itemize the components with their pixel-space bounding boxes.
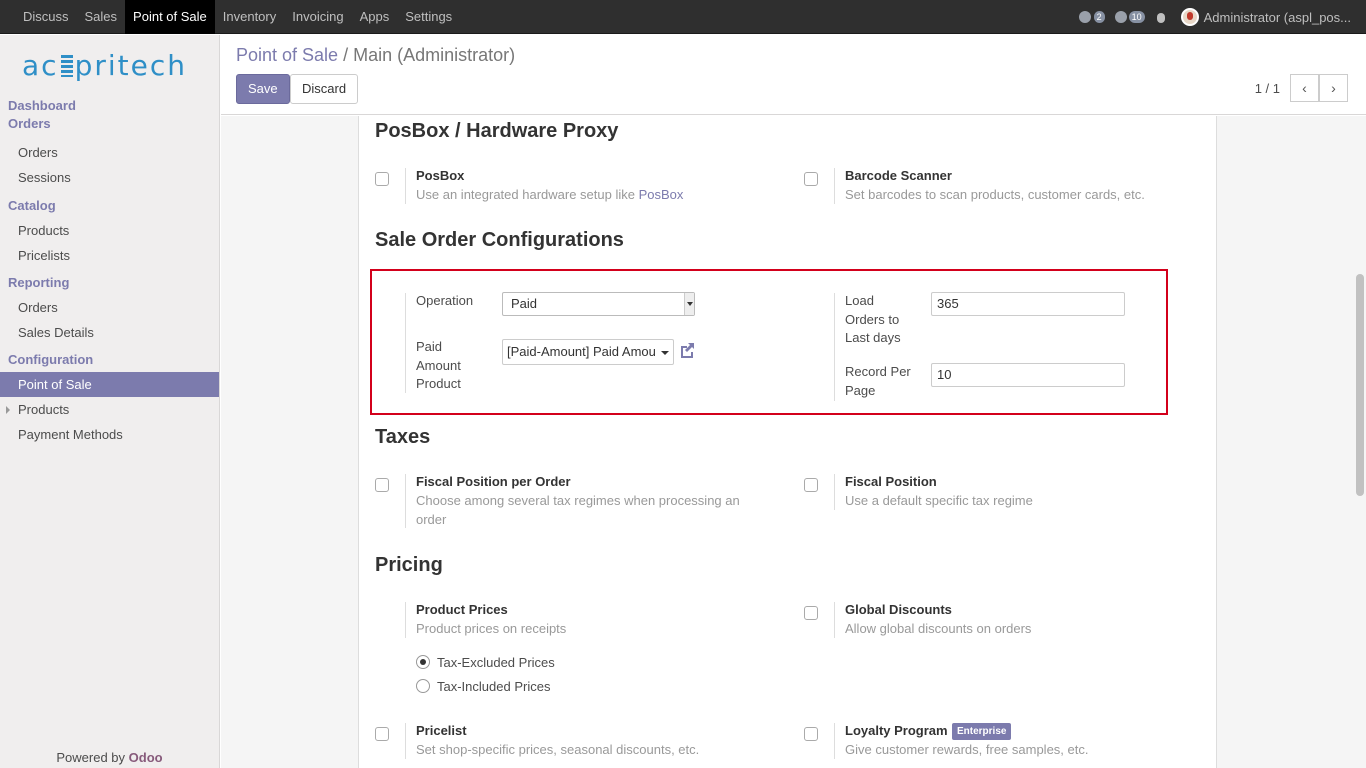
posbox-checkbox[interactable] bbox=[375, 172, 389, 186]
odoo-link[interactable]: Odoo bbox=[129, 750, 163, 765]
fiscal-position-per-order-desc: Choose among several tax regimes when pr… bbox=[416, 493, 740, 527]
user-menu[interactable]: Administrator (aspl_pos... bbox=[1180, 8, 1351, 26]
chevron-down-icon bbox=[684, 293, 694, 315]
sidebar-item-sales-details[interactable]: Sales Details bbox=[0, 320, 219, 345]
menu-apps[interactable]: Apps bbox=[352, 0, 398, 34]
menu-discuss[interactable]: Discuss bbox=[15, 0, 77, 34]
global-discounts-checkbox[interactable] bbox=[804, 606, 818, 620]
sidebar-section-catalog[interactable]: Catalog bbox=[0, 197, 219, 215]
logo-mark-icon bbox=[60, 55, 73, 77]
loyalty-program-checkbox[interactable] bbox=[804, 727, 818, 741]
menu-inventory[interactable]: Inventory bbox=[215, 0, 284, 34]
vertical-scrollbar[interactable] bbox=[1356, 116, 1364, 768]
load-orders-label: Load Orders to Last days bbox=[845, 293, 901, 345]
scrollbar-thumb[interactable] bbox=[1356, 274, 1364, 496]
expand-caret-icon bbox=[6, 406, 10, 414]
operation-select[interactable]: Paid bbox=[502, 292, 695, 316]
user-name: Administrator (aspl_pos... bbox=[1203, 9, 1351, 25]
sidebar-nav: Dashboard Orders Orders Sessions Catalog… bbox=[0, 97, 219, 447]
powered-by: Powered by Odoo bbox=[56, 750, 163, 765]
tax-included-radio[interactable] bbox=[416, 679, 430, 693]
breadcrumb: Point of Sale / Main (Administrator) bbox=[236, 45, 516, 65]
menu-sales[interactable]: Sales bbox=[77, 0, 126, 34]
sidebar: ac pritech Dashboard Orders Orders Sessio… bbox=[0, 35, 220, 768]
highlight-box bbox=[370, 269, 1168, 415]
pager-previous-button[interactable]: ‹ bbox=[1290, 74, 1319, 102]
sidebar-item-payment-methods[interactable]: Payment Methods bbox=[0, 422, 219, 447]
pricelist-desc: Set shop-specific prices, seasonal disco… bbox=[416, 742, 700, 757]
paid-amount-product-field[interactable]: [Paid-Amount] Paid Amou bbox=[502, 339, 674, 365]
debug-bug-icon[interactable] bbox=[1155, 11, 1167, 24]
fiscal-position-title: Fiscal Position bbox=[845, 474, 937, 489]
posbox-link[interactable]: PosBox bbox=[639, 187, 684, 202]
section-taxes: Taxes bbox=[375, 426, 431, 448]
global-discounts-desc: Allow global discounts on orders bbox=[845, 621, 1032, 636]
barcode-scanner-title: Barcode Scanner bbox=[845, 168, 952, 183]
product-prices-title: Product Prices bbox=[416, 602, 508, 617]
breadcrumb-current: Main (Administrator) bbox=[353, 45, 516, 65]
fiscal-position-checkbox[interactable] bbox=[804, 478, 818, 492]
sidebar-item-products[interactable]: Products bbox=[0, 218, 219, 243]
sidebar-section-orders[interactable]: Orders bbox=[0, 115, 219, 133]
sidebar-section-reporting[interactable]: Reporting bbox=[0, 274, 219, 292]
barcode-scanner-checkbox[interactable] bbox=[804, 172, 818, 186]
pager-next-button[interactable]: › bbox=[1319, 74, 1348, 102]
app-menu: Discuss Sales Point of Sale Inventory In… bbox=[15, 0, 460, 34]
fiscal-position-per-order-checkbox[interactable] bbox=[375, 478, 389, 492]
fiscal-position-desc: Use a default specific tax regime bbox=[845, 493, 1033, 508]
section-pricing: Pricing bbox=[375, 554, 443, 576]
form-view: PosBox / Hardware Proxy PosBox Use an in… bbox=[221, 116, 1366, 768]
external-link-icon[interactable] bbox=[678, 341, 696, 359]
sidebar-item-report-orders[interactable]: Orders bbox=[0, 295, 219, 320]
posbox-desc: Use an integrated hardware setup like Po… bbox=[416, 187, 684, 202]
menu-settings[interactable]: Settings bbox=[397, 0, 460, 34]
tax-excluded-radio[interactable] bbox=[416, 655, 430, 669]
activity-count: 2 bbox=[1093, 11, 1105, 23]
pager-value: 1 / 1 bbox=[1254, 81, 1280, 96]
activity-icon[interactable]: 2 bbox=[1078, 9, 1105, 25]
section-posbox: PosBox / Hardware Proxy bbox=[375, 120, 619, 142]
pricelist-checkbox[interactable] bbox=[375, 727, 389, 741]
sidebar-item-point-of-sale[interactable]: Point of Sale bbox=[0, 372, 219, 397]
messages-count: 10 bbox=[1128, 11, 1145, 23]
sidebar-item-orders[interactable]: Orders bbox=[0, 140, 219, 165]
fiscal-position-per-order-title: Fiscal Position per Order bbox=[416, 474, 571, 489]
tax-included-label[interactable]: Tax-Included Prices bbox=[437, 679, 550, 694]
sidebar-item-sessions[interactable]: Sessions bbox=[0, 165, 219, 190]
discard-button[interactable]: Discard bbox=[290, 74, 359, 104]
global-discounts-title: Global Discounts bbox=[845, 602, 952, 617]
company-logo: ac pritech bbox=[22, 49, 187, 82]
record-per-page-input[interactable]: 10 bbox=[931, 363, 1125, 387]
sidebar-item-dashboard[interactable]: Dashboard bbox=[0, 97, 219, 115]
form-sheet: PosBox / Hardware Proxy PosBox Use an in… bbox=[358, 116, 1217, 768]
sidebar-item-config-products[interactable]: Products bbox=[0, 397, 219, 422]
loyalty-program-desc: Give customer rewards, free samples, etc… bbox=[845, 742, 1089, 757]
save-button[interactable]: Save bbox=[236, 74, 290, 104]
breadcrumb-point-of-sale[interactable]: Point of Sale bbox=[236, 45, 338, 65]
menu-invoicing[interactable]: Invoicing bbox=[284, 0, 351, 34]
product-prices-desc: Product prices on receipts bbox=[416, 621, 567, 636]
dropdown-caret-icon bbox=[661, 351, 669, 355]
pricelist-title: Pricelist bbox=[416, 723, 467, 738]
enterprise-badge: Enterprise bbox=[952, 723, 1012, 740]
loyalty-program-title: Loyalty Program bbox=[845, 723, 948, 738]
barcode-scanner-desc: Set barcodes to scan products, customer … bbox=[845, 187, 1145, 202]
tax-excluded-label[interactable]: Tax-Excluded Prices bbox=[437, 655, 555, 670]
load-orders-days-input[interactable]: 365 bbox=[931, 292, 1125, 316]
posbox-title: PosBox bbox=[416, 168, 465, 183]
top-navbar: Discuss Sales Point of Sale Inventory In… bbox=[0, 0, 1366, 34]
record-per-page-label: Record Per Page bbox=[845, 364, 911, 398]
section-sale-order-config: Sale Order Configurations bbox=[375, 229, 624, 251]
operation-label: Operation bbox=[416, 293, 474, 308]
paid-amount-product-label: Paid Amount Product bbox=[416, 339, 461, 391]
sidebar-section-configuration[interactable]: Configuration bbox=[0, 351, 219, 369]
messages-icon[interactable]: 10 bbox=[1114, 9, 1145, 25]
sidebar-item-pricelists[interactable]: Pricelists bbox=[0, 243, 219, 268]
avatar bbox=[1180, 8, 1199, 26]
menu-point-of-sale[interactable]: Point of Sale bbox=[125, 0, 215, 34]
control-panel: Point of Sale / Main (Administrator) Sav… bbox=[221, 35, 1366, 115]
systray: 2 10 Administrator (aspl_pos... bbox=[1078, 0, 1351, 34]
